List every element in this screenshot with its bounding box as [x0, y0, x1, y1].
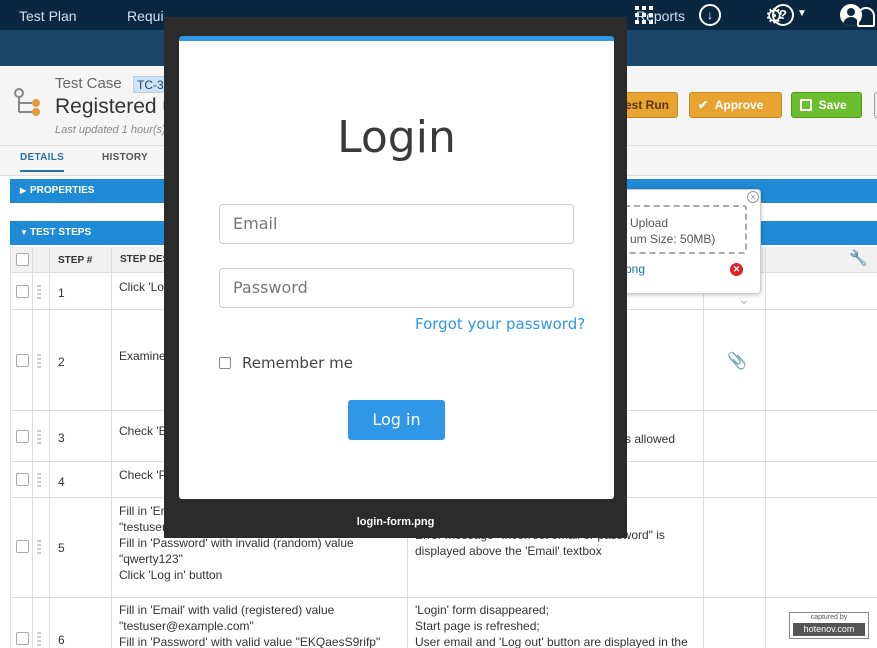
approve-button[interactable]: ✔ Approve: [689, 92, 782, 118]
upload-drop-zone[interactable]: Upload um Size: 50MB): [621, 205, 747, 254]
last-updated-text: Last updated 1 hour(s): [55, 124, 166, 136]
result-line: User email and 'Log out' button are disp…: [415, 635, 688, 648]
remember-me-checkbox[interactable]: [219, 357, 231, 369]
approve-label: Approve: [714, 98, 764, 112]
step-description: Fill in 'Email' with valid (registered) …: [119, 602, 380, 648]
step-line: Fill in 'Password' with valid value "EKQ…: [119, 635, 381, 648]
watermark: captured by hotenov.com: [789, 612, 869, 639]
step-line: Click 'Log in' button: [119, 568, 223, 582]
wrench-icon[interactable]: 🔧: [849, 249, 868, 267]
chevron-down-icon: ⌄: [738, 291, 750, 307]
save-icon: [800, 99, 812, 111]
gear-icon[interactable]: ⚙: [765, 6, 787, 28]
column-header-step-description: STEP DES: [120, 254, 170, 265]
test-case-icon: [14, 88, 46, 118]
entity-type-label: Test Case: [55, 75, 122, 92]
download-icon[interactable]: ↓: [699, 4, 721, 26]
step-description: Check 'P: [119, 468, 167, 482]
row-checkbox[interactable]: [16, 540, 29, 553]
paperclip-icon[interactable]: 📎: [727, 351, 747, 371]
expected-result: 'Login' form disappeared; Start page is …: [415, 602, 688, 648]
step-line: "qwerty123": [119, 552, 183, 566]
step-number: 3: [58, 431, 65, 445]
email-field[interactable]: Email: [219, 204, 574, 244]
watermark-bottom: hotenov.com: [793, 623, 865, 636]
column-divider: [32, 247, 33, 648]
attached-file-link[interactable]: png: [625, 262, 645, 276]
nav-requirements[interactable]: Requi: [127, 0, 164, 36]
result-line: 'Login' form disappeared;: [415, 603, 549, 617]
forgot-password-link[interactable]: Forgot your password?: [415, 315, 585, 333]
tab-details[interactable]: DETAILS: [20, 152, 65, 172]
upload-size-limit: um Size: 50MB): [630, 232, 716, 246]
remember-me-label: Remember me: [242, 354, 353, 372]
step-number: 2: [58, 355, 65, 369]
image-caption: login-form.png: [356, 516, 435, 528]
row-checkbox[interactable]: [16, 632, 29, 645]
step-number: 5: [58, 541, 65, 555]
page-title[interactable]: Registered u: [55, 95, 174, 119]
attachment-upload-popover: × Upload um Size: 50MB) png ✕: [616, 189, 761, 294]
step-description: Click 'Lo: [119, 280, 164, 294]
column-header-step-number: STEP #: [58, 255, 93, 266]
bell-icon[interactable]: [857, 7, 875, 27]
tab-history[interactable]: HISTORY: [102, 152, 148, 163]
result-line: displayed above the 'Email' textbox: [415, 544, 602, 558]
nav-reports[interactable]: Reports: [636, 0, 685, 36]
collapse-icon: ▼: [20, 228, 28, 237]
close-icon[interactable]: ×: [747, 191, 759, 203]
test-steps-label: TEST STEPS: [30, 227, 92, 238]
upload-label: Upload: [630, 216, 669, 230]
drag-handle-icon[interactable]: [37, 430, 41, 444]
row-checkbox[interactable]: [16, 473, 29, 486]
drag-handle-icon[interactable]: [37, 473, 41, 487]
step-number: 4: [58, 475, 65, 489]
save-button[interactable]: Save: [791, 92, 862, 118]
expected-result: s allowed: [625, 432, 676, 446]
step-description: Check 'E: [119, 424, 167, 438]
drag-handle-icon[interactable]: [37, 285, 41, 299]
step-line: "testuser@example.com": [119, 619, 254, 633]
expand-icon: ▶: [20, 186, 27, 195]
nav-test-plan[interactable]: Test Plan: [19, 0, 77, 36]
remove-file-icon[interactable]: ✕: [730, 263, 743, 276]
result-line: Start page is refreshed;: [415, 619, 540, 633]
drag-handle-icon[interactable]: [37, 540, 41, 554]
login-title: Login: [337, 112, 456, 163]
table-row[interactable]: 6 Fill in 'Email' with valid (registered…: [11, 599, 877, 648]
row-checkbox[interactable]: [16, 354, 29, 367]
properties-label: PROPERTIES: [30, 185, 95, 196]
step-description: Examine: [119, 349, 166, 363]
save-label: Save: [818, 98, 847, 112]
column-divider: [765, 247, 766, 648]
row-checkbox[interactable]: [16, 285, 29, 298]
step-number: 1: [58, 286, 65, 300]
column-divider: [49, 247, 50, 648]
test-case-id-badge: TC-3: [133, 76, 168, 93]
password-field[interactable]: Password: [219, 268, 574, 308]
column-divider: [111, 247, 112, 648]
step-line: Fill in 'Email' with valid (registered) …: [119, 603, 335, 617]
login-button[interactable]: Log in: [348, 400, 445, 440]
step-number: 6: [58, 633, 65, 647]
watermark-top: captured by: [810, 614, 848, 621]
chevron-down-icon[interactable]: ▼: [797, 8, 807, 19]
check-icon: ✔: [698, 98, 709, 112]
drag-handle-icon[interactable]: [37, 632, 41, 646]
select-all-checkbox[interactable]: [16, 253, 29, 266]
drag-handle-icon[interactable]: [37, 354, 41, 368]
column-divider: [703, 247, 704, 648]
row-checkbox[interactable]: [16, 430, 29, 443]
